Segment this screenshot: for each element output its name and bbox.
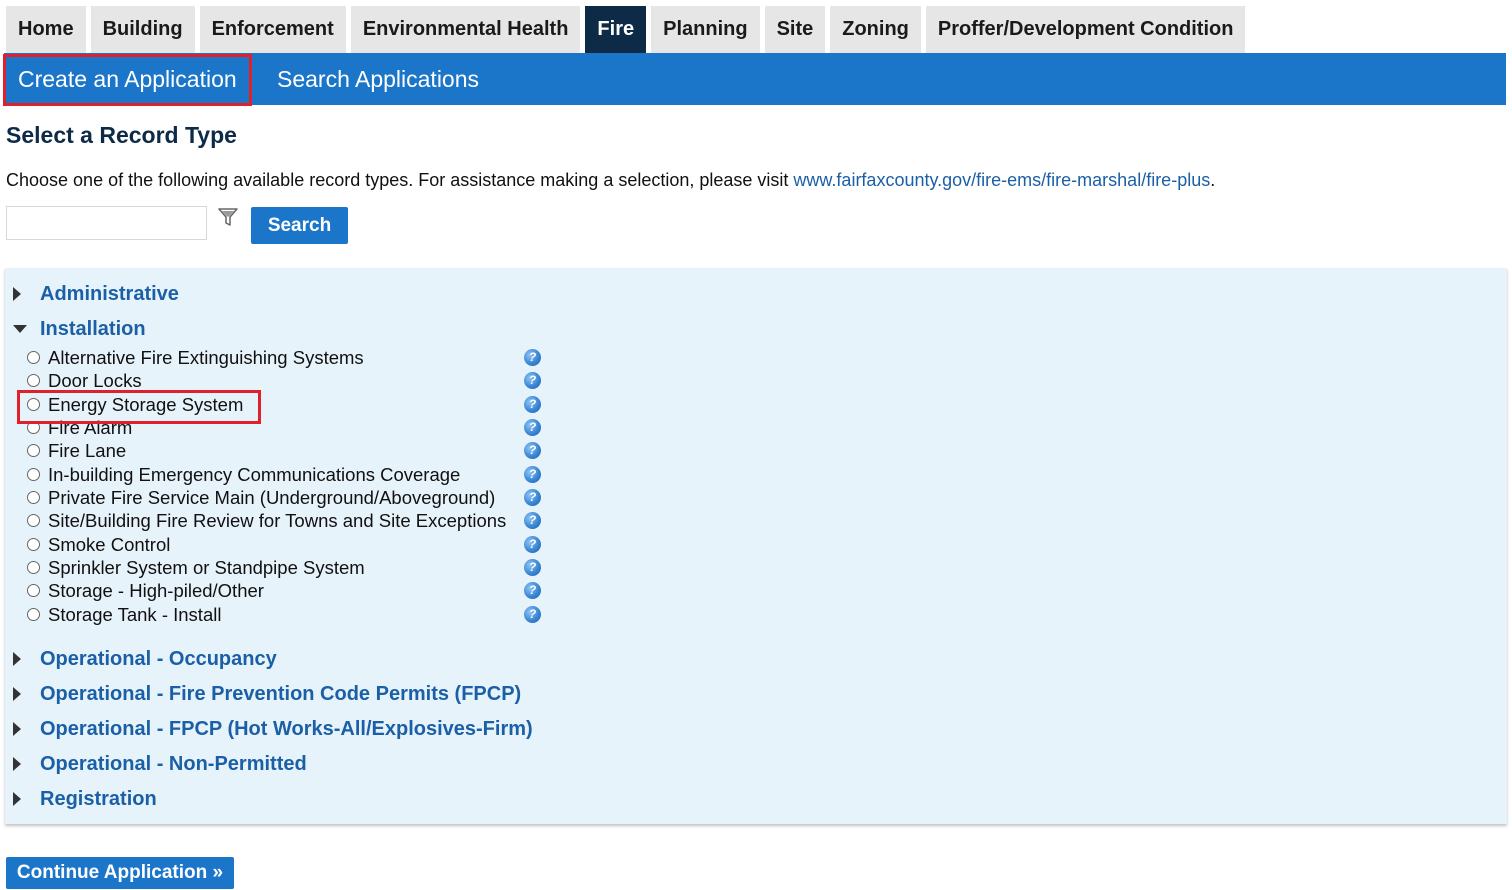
radio-button[interactable] bbox=[27, 468, 40, 481]
page-title: Select a Record Type bbox=[6, 122, 237, 148]
record-type-label: In-building Emergency Communications Cov… bbox=[48, 464, 461, 485]
list-item[interactable]: Smoke Control ? bbox=[5, 534, 545, 557]
record-type-label: Storage - High-piled/Other bbox=[48, 580, 264, 601]
record-type-label: Fire Alarm bbox=[48, 417, 133, 438]
record-type-label: Fire Lane bbox=[48, 440, 127, 461]
radio-button[interactable] bbox=[27, 561, 40, 574]
search-applications-link[interactable]: Search Applications bbox=[277, 53, 479, 105]
tab-environmental-health[interactable]: Environmental Health bbox=[350, 6, 581, 53]
record-type-label: Private Fire Service Main (Underground/A… bbox=[48, 487, 496, 508]
fire-plus-link[interactable]: www.fairfaxcounty.gov/fire-ems/fire-mars… bbox=[793, 170, 1210, 190]
record-type-label: Sprinkler System or Standpipe System bbox=[48, 557, 365, 578]
list-item[interactable]: Door Locks ? bbox=[5, 370, 545, 393]
tab-zoning[interactable]: Zoning bbox=[830, 6, 921, 53]
expand-arrow-icon[interactable] bbox=[13, 722, 21, 736]
record-type-label: Smoke Control bbox=[48, 534, 171, 555]
sub-navigation-bar: Create an Application Search Application… bbox=[4, 53, 1506, 105]
help-icon[interactable]: ? bbox=[524, 536, 541, 553]
help-icon[interactable]: ? bbox=[524, 419, 541, 436]
intro-text: Choose one of the following available re… bbox=[6, 170, 1215, 191]
list-item[interactable]: Alternative Fire Extinguishing Systems ? bbox=[5, 347, 545, 370]
funnel-icon[interactable] bbox=[217, 206, 239, 228]
expand-arrow-icon[interactable] bbox=[13, 687, 21, 701]
list-item[interactable]: Sprinkler System or Standpipe System ? bbox=[5, 557, 545, 580]
record-type-label: Door Locks bbox=[48, 370, 142, 391]
help-icon[interactable]: ? bbox=[524, 372, 541, 389]
intro-end: . bbox=[1210, 170, 1216, 190]
record-type-label: Storage Tank - Install bbox=[48, 604, 222, 625]
help-icon[interactable]: ? bbox=[524, 606, 541, 623]
radio-button[interactable] bbox=[27, 351, 40, 364]
collapse-arrow-icon[interactable] bbox=[13, 325, 27, 333]
list-item[interactable]: Fire Lane ? bbox=[5, 440, 545, 463]
radio-button[interactable] bbox=[27, 608, 40, 621]
help-icon[interactable]: ? bbox=[524, 559, 541, 576]
record-type-label: Alternative Fire Extinguishing Systems bbox=[48, 347, 364, 368]
radio-button[interactable] bbox=[27, 491, 40, 504]
radio-button[interactable] bbox=[27, 398, 40, 411]
tab-site[interactable]: Site bbox=[764, 6, 826, 53]
category-label[interactable]: Operational - Fire Prevention Code Permi… bbox=[40, 679, 521, 709]
help-icon[interactable]: ? bbox=[524, 466, 541, 483]
list-item[interactable]: Energy Storage System ? bbox=[5, 394, 545, 417]
tab-planning[interactable]: Planning bbox=[651, 6, 760, 53]
help-icon[interactable]: ? bbox=[524, 512, 541, 529]
help-icon[interactable]: ? bbox=[524, 582, 541, 599]
tab-enforcement[interactable]: Enforcement bbox=[199, 6, 346, 53]
help-icon[interactable]: ? bbox=[524, 442, 541, 459]
category-operational-occupancy[interactable]: Operational - Occupancy bbox=[5, 644, 565, 674]
category-operational-non-permitted[interactable]: Operational - Non-Permitted bbox=[5, 749, 565, 779]
tab-proffer-development-condition[interactable]: Proffer/Development Condition bbox=[925, 6, 1246, 53]
category-registration[interactable]: Registration bbox=[5, 784, 565, 814]
category-label[interactable]: Operational - FPCP (Hot Works-All/Explos… bbox=[40, 714, 533, 744]
radio-button[interactable] bbox=[27, 374, 40, 387]
category-operational-fpcp-hot-works[interactable]: Operational - FPCP (Hot Works-All/Explos… bbox=[5, 714, 565, 744]
list-item[interactable]: In-building Emergency Communications Cov… bbox=[5, 464, 545, 487]
main-tab-bar: Home Building Enforcement Environmental … bbox=[6, 6, 1250, 60]
radio-button[interactable] bbox=[27, 514, 40, 527]
category-label[interactable]: Operational - Non-Permitted bbox=[40, 749, 307, 779]
expand-arrow-icon[interactable] bbox=[13, 652, 21, 666]
list-item[interactable]: Site/Building Fire Review for Towns and … bbox=[5, 510, 545, 533]
list-item[interactable]: Fire Alarm ? bbox=[5, 417, 545, 440]
list-item[interactable]: Storage - High-piled/Other ? bbox=[5, 580, 545, 603]
category-label[interactable]: Administrative bbox=[40, 279, 179, 309]
expand-arrow-icon[interactable] bbox=[13, 287, 21, 301]
list-item[interactable]: Private Fire Service Main (Underground/A… bbox=[5, 487, 545, 510]
record-type-label: Site/Building Fire Review for Towns and … bbox=[48, 510, 507, 531]
intro-sentence: Choose one of the following available re… bbox=[6, 170, 794, 190]
record-type-label: Energy Storage System bbox=[48, 394, 244, 415]
record-type-search-input[interactable] bbox=[6, 206, 207, 240]
category-label[interactable]: Operational - Occupancy bbox=[40, 644, 277, 674]
category-operational-fpcp[interactable]: Operational - Fire Prevention Code Permi… bbox=[5, 679, 565, 709]
list-item[interactable]: Storage Tank - Install ? bbox=[5, 604, 545, 627]
expand-arrow-icon[interactable] bbox=[13, 757, 21, 771]
radio-button[interactable] bbox=[27, 538, 40, 551]
category-label[interactable]: Registration bbox=[40, 784, 157, 814]
tab-building[interactable]: Building bbox=[90, 6, 195, 53]
create-application-link[interactable]: Create an Application bbox=[18, 53, 237, 105]
tab-home[interactable]: Home bbox=[6, 6, 86, 53]
category-installation[interactable]: Installation bbox=[5, 314, 305, 344]
category-label[interactable]: Installation bbox=[40, 314, 146, 344]
help-icon[interactable]: ? bbox=[524, 349, 541, 366]
record-type-panel: Administrative Installation Alternative … bbox=[5, 268, 1507, 824]
radio-button[interactable] bbox=[27, 444, 40, 457]
radio-button[interactable] bbox=[27, 584, 40, 597]
radio-button[interactable] bbox=[27, 421, 40, 434]
category-administrative[interactable]: Administrative bbox=[5, 279, 305, 309]
expand-arrow-icon[interactable] bbox=[13, 792, 21, 806]
help-icon[interactable]: ? bbox=[524, 396, 541, 413]
search-button[interactable]: Search bbox=[251, 207, 348, 244]
tab-fire[interactable]: Fire bbox=[585, 6, 647, 60]
help-icon[interactable]: ? bbox=[524, 489, 541, 506]
continue-application-button[interactable]: Continue Application » bbox=[6, 857, 234, 889]
